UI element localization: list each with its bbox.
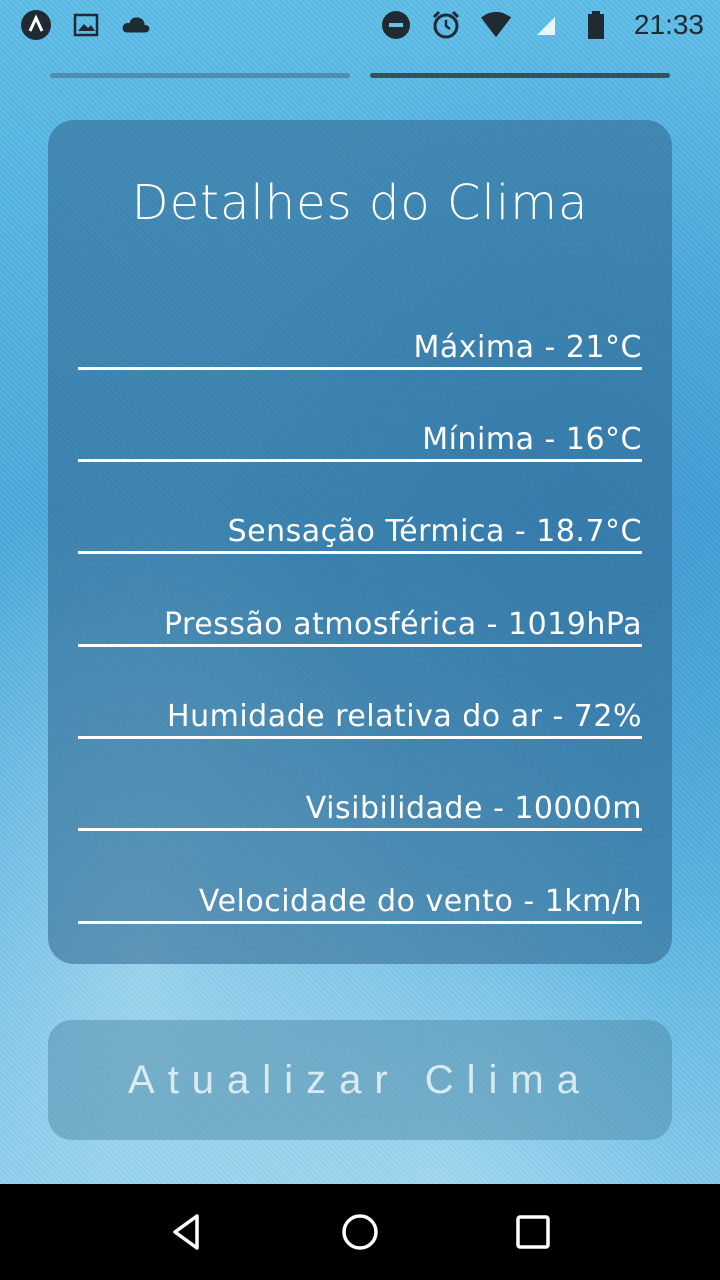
detail-row-min-temp: Mínima - 16°C	[78, 422, 642, 462]
card-title: Detalhes do Clima	[131, 175, 589, 231]
home-icon[interactable]	[330, 1202, 390, 1262]
page-indicator-segment-1[interactable]	[50, 73, 350, 78]
navigation-bar	[0, 1184, 720, 1280]
wifi-icon	[480, 9, 512, 41]
status-bar: 21:33	[0, 0, 720, 50]
alarm-icon	[430, 9, 462, 41]
image-icon	[70, 9, 102, 41]
signal-icon	[530, 9, 562, 41]
battery-icon	[580, 9, 612, 41]
status-right-icons: 21:33	[380, 9, 704, 41]
detail-row-pressure: Pressão atmosférica - 1019hPa	[78, 607, 642, 647]
detail-row-max-temp: Máxima - 21°C	[78, 330, 642, 370]
back-icon[interactable]	[157, 1202, 217, 1262]
app-a-icon	[20, 9, 52, 41]
page-indicator-segment-2-active[interactable]	[370, 73, 670, 78]
do-not-disturb-icon	[380, 9, 412, 41]
page-indicator	[50, 73, 670, 79]
status-left-icons	[20, 9, 152, 41]
status-time: 21:33	[633, 9, 704, 40]
detail-row-visibility: Visibilidade - 10000m	[78, 791, 642, 831]
detail-row-wind-speed: Velocidade do vento - 1km/h	[78, 884, 642, 924]
update-weather-button[interactable]: Atualizar Clima	[48, 1020, 672, 1140]
cloud-icon	[120, 9, 152, 41]
detail-row-feels-like: Sensação Térmica - 18.7°C	[78, 514, 642, 554]
detail-row-humidity: Humidade relativa do ar - 72%	[78, 699, 642, 739]
recents-icon[interactable]	[503, 1202, 563, 1262]
